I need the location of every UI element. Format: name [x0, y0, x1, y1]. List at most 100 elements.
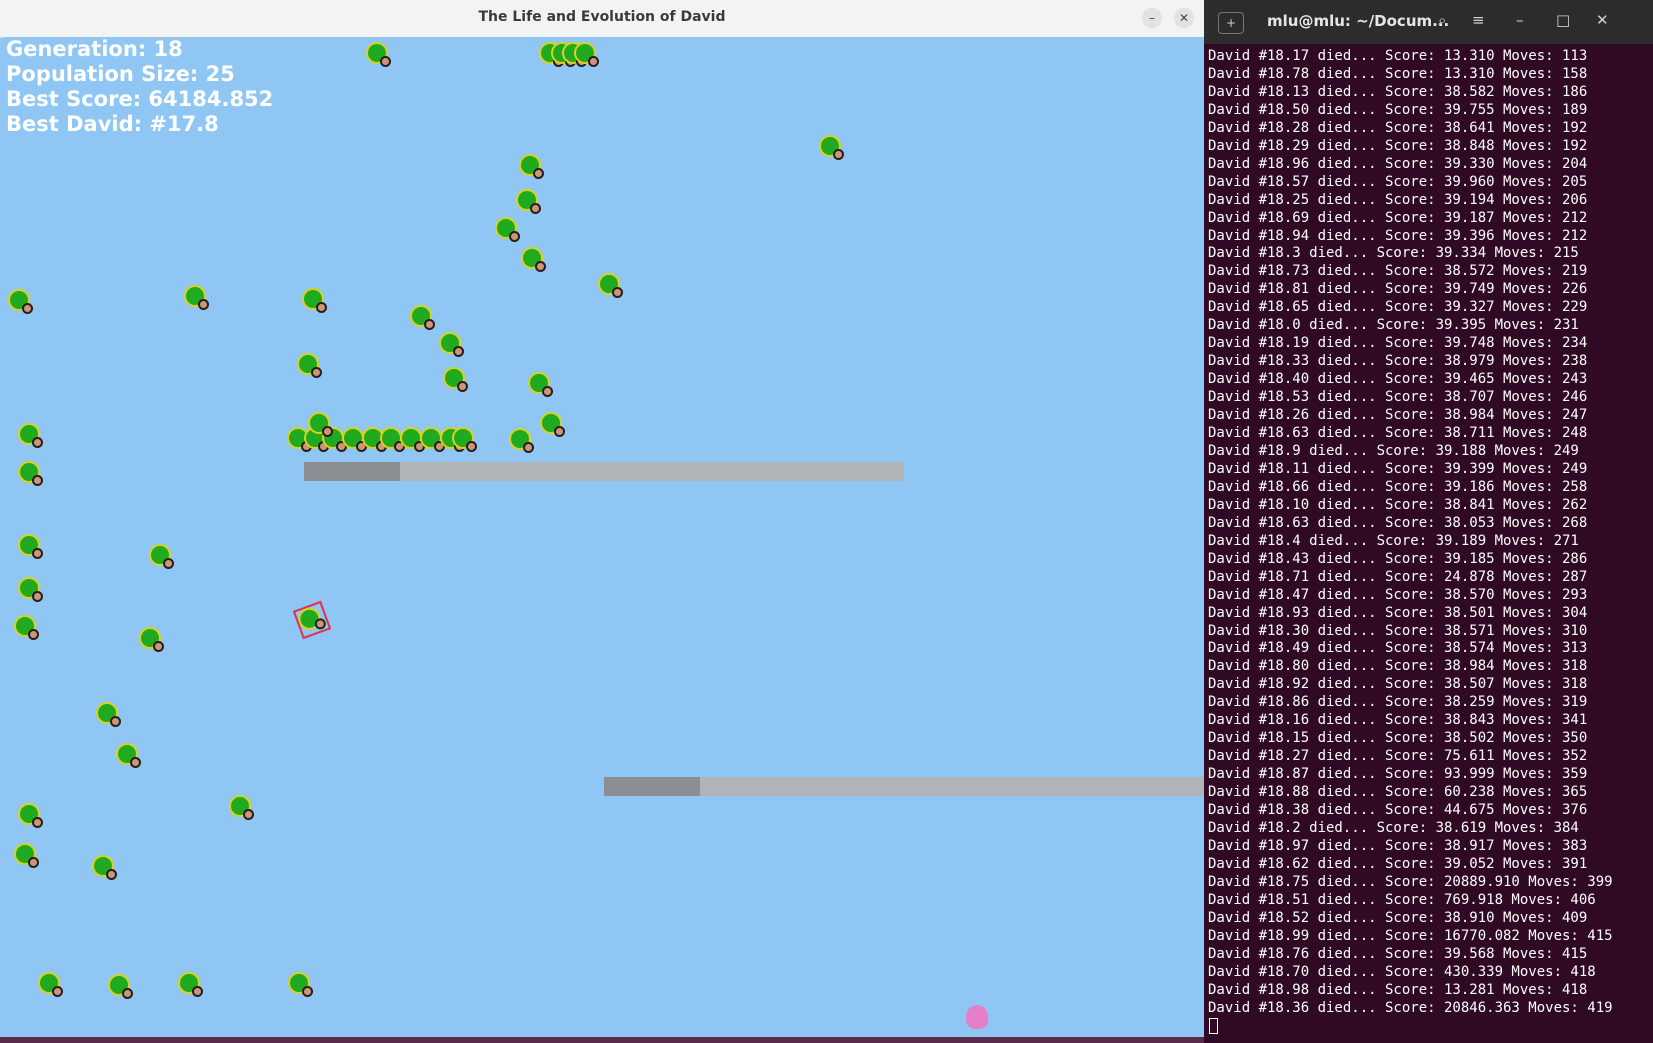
- david-face: [130, 757, 141, 768]
- log-line: David #18.16 died... Score: 38.843 Moves…: [1208, 712, 1588, 729]
- new-tab-icon[interactable]: +: [1218, 12, 1244, 34]
- david-agent: [96, 702, 122, 728]
- log-line: David #18.27 died... Score: 75.611 Moves…: [1208, 748, 1588, 765]
- david-agent: [410, 305, 436, 331]
- david-face: [530, 203, 541, 214]
- david-agent: [366, 42, 392, 68]
- log-line: David #18.13 died... Score: 38.582 Moves…: [1208, 83, 1588, 100]
- log-line: David #18.9 died... Score: 39.188 Moves:…: [1208, 442, 1579, 459]
- david-face: [198, 299, 209, 310]
- log-line: David #18.63 died... Score: 38.711 Moves…: [1208, 425, 1588, 442]
- log-line: David #18.57 died... Score: 39.960 Moves…: [1208, 173, 1588, 190]
- log-line: David #18.10 died... Score: 38.841 Moves…: [1208, 496, 1588, 513]
- platform: [604, 777, 1204, 796]
- goal-sprite: [966, 1005, 988, 1029]
- david-agent: [139, 627, 165, 653]
- david-agent: [598, 273, 624, 299]
- log-line: David #18.51 died... Score: 769.918 Move…: [1208, 891, 1596, 908]
- log-line: David #18.47 died... Score: 38.570 Moves…: [1208, 586, 1588, 603]
- log-line: David #18.92 died... Score: 38.507 Moves…: [1208, 676, 1588, 693]
- log-line: David #18.43 died... Score: 39.185 Moves…: [1208, 550, 1588, 567]
- david-face: [588, 56, 599, 67]
- search-icon[interactable]: ⌕: [1438, 11, 1446, 29]
- log-line: David #18.71 died... Score: 24.878 Moves…: [1208, 568, 1588, 585]
- log-line: David #18.66 died... Score: 39.186 Moves…: [1208, 478, 1588, 495]
- menu-icon[interactable]: ≡: [1472, 11, 1485, 29]
- terminal-window: + mlu@mlu: ~/Docum... ⌕ ≡ – □ ✕ David #1…: [1204, 0, 1653, 1043]
- log-line: David #18.50 died... Score: 39.755 Moves…: [1208, 101, 1588, 118]
- log-line: David #18.80 died... Score: 38.984 Moves…: [1208, 658, 1588, 675]
- david-agent: [308, 412, 334, 438]
- david-face: [153, 641, 164, 652]
- david-agent: [495, 217, 521, 243]
- david-face: [22, 303, 33, 314]
- david-face: [424, 319, 435, 330]
- david-agent: [108, 974, 134, 1000]
- david-face: [535, 261, 546, 272]
- david-face: [110, 716, 121, 727]
- david-face: [554, 426, 565, 437]
- david-agent: [116, 743, 142, 769]
- david-agent: [14, 843, 40, 869]
- david-agent: [18, 461, 44, 487]
- david-face: [32, 817, 43, 828]
- david-agent: [302, 288, 328, 314]
- david-agent: [184, 285, 210, 311]
- david-agent: [92, 855, 118, 881]
- log-line: David #18.40 died... Score: 39.465 Moves…: [1208, 371, 1588, 388]
- david-agent: [540, 412, 566, 438]
- david-agent: [18, 534, 44, 560]
- david-face: [28, 629, 39, 640]
- david-agent: [443, 367, 469, 393]
- log-line: David #18.70 died... Score: 430.339 Move…: [1208, 963, 1596, 980]
- david-face: [311, 367, 322, 378]
- log-line: David #18.62 died... Score: 39.052 Moves…: [1208, 855, 1588, 872]
- david-face: [833, 149, 844, 160]
- log-line: David #18.25 died... Score: 39.194 Moves…: [1208, 191, 1588, 208]
- david-agent: [819, 135, 845, 161]
- log-line: David #18.81 died... Score: 39.749 Moves…: [1208, 281, 1588, 298]
- terminal-titlebar: + mlu@mlu: ~/Docum... ⌕ ≡ – □ ✕: [1204, 0, 1653, 44]
- log-line: David #18.2 died... Score: 38.619 Moves:…: [1208, 819, 1579, 836]
- platform: [304, 462, 904, 481]
- game-canvas[interactable]: Generation: 18 Population Size: 25 Best …: [4, 37, 1204, 1037]
- david-face: [542, 386, 553, 397]
- minimize-icon[interactable]: –: [1516, 11, 1524, 29]
- maximize-icon[interactable]: □: [1556, 11, 1570, 29]
- david-agent: [18, 577, 44, 603]
- david-face: [316, 302, 327, 313]
- david-agent: [229, 795, 255, 821]
- log-line: David #18.28 died... Score: 38.641 Moves…: [1208, 119, 1588, 136]
- window-bottom-edge: [0, 1037, 1204, 1043]
- log-line: David #18.73 died... Score: 38.572 Moves…: [1208, 263, 1588, 280]
- david-agent: [18, 803, 44, 829]
- log-line: David #18.53 died... Score: 38.707 Moves…: [1208, 389, 1588, 406]
- david-agent: [574, 42, 600, 68]
- david-face: [466, 441, 477, 452]
- log-line: David #18.75 died... Score: 20889.910 Mo…: [1208, 873, 1613, 890]
- log-line: David #18.26 died... Score: 38.984 Moves…: [1208, 407, 1588, 424]
- david-agent: [14, 615, 40, 641]
- david-agent: [516, 189, 542, 215]
- log-line: David #18.86 died... Score: 38.259 Moves…: [1208, 694, 1588, 711]
- david-agent: [178, 972, 204, 998]
- david-face: [106, 869, 117, 880]
- log-line: David #18.0 died... Score: 39.395 Moves:…: [1208, 317, 1579, 334]
- david-agent: [528, 372, 554, 398]
- david-agent: [452, 427, 478, 453]
- david-agent: [521, 247, 547, 273]
- close-icon[interactable]: ✕: [1596, 11, 1609, 29]
- david-face: [32, 437, 43, 448]
- david-face: [302, 986, 313, 997]
- terminal-output[interactable]: David #18.17 died... Score: 13.310 Moves…: [1208, 48, 1653, 1017]
- generation-label: Generation: 18: [6, 37, 183, 61]
- david-agent: [149, 544, 175, 570]
- best-david-highlight: [292, 600, 332, 640]
- david-agent: [509, 428, 535, 454]
- log-line: David #18.87 died... Score: 93.999 Moves…: [1208, 766, 1588, 783]
- minimize-button[interactable]: –: [1142, 8, 1162, 28]
- david-agent: [295, 604, 328, 635]
- close-button[interactable]: ✕: [1174, 8, 1194, 28]
- log-line: David #18.52 died... Score: 38.910 Moves…: [1208, 909, 1588, 926]
- david-face: [313, 616, 328, 631]
